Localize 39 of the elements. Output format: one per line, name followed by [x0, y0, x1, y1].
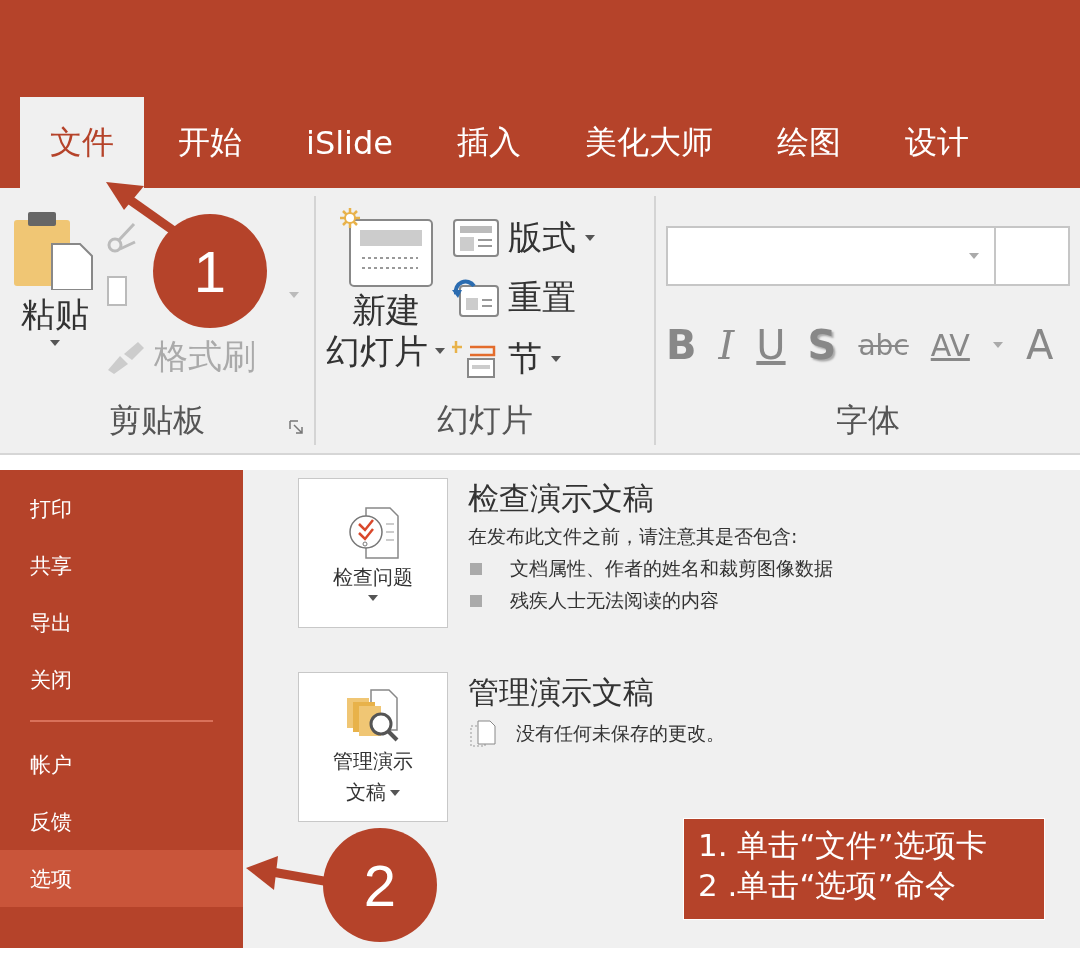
ribbon-tab[interactable]: 美化大师	[555, 97, 743, 188]
status-text: 没有任何未保存的更改。	[516, 721, 725, 746]
strikethrough-button[interactable]: abc	[858, 328, 909, 362]
sidebar-item[interactable]: 反馈	[0, 793, 243, 850]
group-label: 幻灯片	[437, 400, 533, 441]
group-label: 字体	[836, 400, 900, 441]
sidebar-item[interactable]: 帐户	[0, 736, 243, 793]
sidebar-item[interactable]: 共享	[0, 537, 243, 594]
ribbon-tab[interactable]: 设计	[875, 97, 999, 188]
check-issues-button[interactable]: 检查问题	[298, 478, 448, 628]
character-spacing-button[interactable]: AV	[930, 327, 970, 363]
section-description: 在发布此文件之前，请注意其是否包含:	[468, 524, 799, 549]
font-color-button[interactable]: A	[1025, 322, 1054, 368]
instruction-text: 2 .单击“选项”命令	[698, 866, 957, 906]
section-title: 管理演示文稿	[468, 673, 655, 712]
group-label: 剪贴板	[109, 400, 205, 441]
reset-button[interactable]: 重置	[452, 275, 596, 322]
ribbon-tab[interactable]: 绘图	[747, 97, 871, 188]
ribbon-tab[interactable]: 文件	[20, 97, 144, 188]
section-title: 检查演示文稿	[468, 479, 655, 518]
layout-button[interactable]: 版式	[452, 215, 596, 262]
manage-presentation-button[interactable]: 管理演示 文稿	[298, 672, 448, 822]
bullet-text: 文档属性、作者的姓名和裁剪图像数据	[510, 556, 833, 581]
sidebar-item[interactable]: 选项	[0, 850, 243, 907]
shadow-button[interactable]: S	[807, 322, 837, 368]
ribbon-tab[interactable]: 插入	[427, 97, 551, 188]
bullet-text: 残疾人士无法阅读的内容	[510, 588, 719, 613]
sidebar-item[interactable]: 关闭	[0, 651, 243, 708]
paste-button[interactable]: 粘贴	[10, 200, 100, 397]
italic-button[interactable]: I	[718, 322, 735, 368]
sidebar-item[interactable]: 导出	[0, 594, 243, 651]
instruction-text: 1. 单击“文件”选项卡	[698, 826, 988, 865]
ribbon-tab[interactable]: 开始	[148, 97, 272, 188]
section-button[interactable]: 节	[452, 335, 596, 382]
ribbon-tab[interactable]: iSlide	[276, 97, 423, 188]
underline-button[interactable]: U	[756, 322, 786, 368]
new-slide-button[interactable]: 新建 幻灯片	[326, 200, 446, 397]
bold-button[interactable]: B	[666, 322, 697, 368]
sidebar-item[interactable]: 打印	[0, 480, 243, 537]
